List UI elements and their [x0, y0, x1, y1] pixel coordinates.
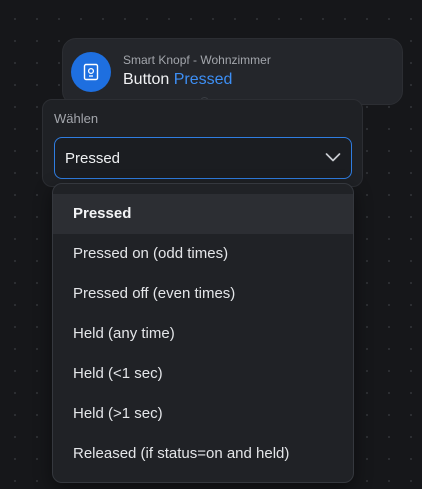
- button-device-icon: [82, 63, 100, 81]
- dropdown-option-released[interactable]: Released (if status=on and held): [53, 434, 353, 474]
- chevron-down-icon[interactable]: [325, 151, 341, 163]
- dropdown-option-pressed-on-odd[interactable]: Pressed on (odd times): [53, 234, 353, 274]
- node-avatar: [71, 52, 111, 92]
- select-value: Pressed: [65, 150, 121, 167]
- dropdown-option-held-any[interactable]: Held (any time): [53, 314, 353, 354]
- selector-panel: Wählen Pressed: [42, 99, 363, 187]
- node-subtitle: Smart Knopf - Wohnzimmer: [123, 53, 271, 67]
- trigger-node-card[interactable]: Smart Knopf - Wohnzimmer Button Pressed: [62, 38, 403, 105]
- dropdown-options: Pressed Pressed on (odd times) Pressed o…: [53, 194, 353, 474]
- selector-label: Wählen: [54, 111, 99, 126]
- trigger-select[interactable]: Pressed: [54, 137, 352, 179]
- dropdown-option-held-under-1s[interactable]: Held (<1 sec): [53, 354, 353, 394]
- node-title: Button Pressed: [123, 71, 232, 89]
- dropdown-option-pressed[interactable]: Pressed: [53, 194, 353, 234]
- node-title-prefix: Button: [123, 71, 170, 88]
- node-title-state: Pressed: [173, 71, 233, 88]
- dropdown-option-pressed-off-even[interactable]: Pressed off (even times): [53, 274, 353, 314]
- dropdown-menu: Pressed Pressed on (odd times) Pressed o…: [52, 183, 354, 483]
- dropdown-option-held-over-1s[interactable]: Held (>1 sec): [53, 394, 353, 434]
